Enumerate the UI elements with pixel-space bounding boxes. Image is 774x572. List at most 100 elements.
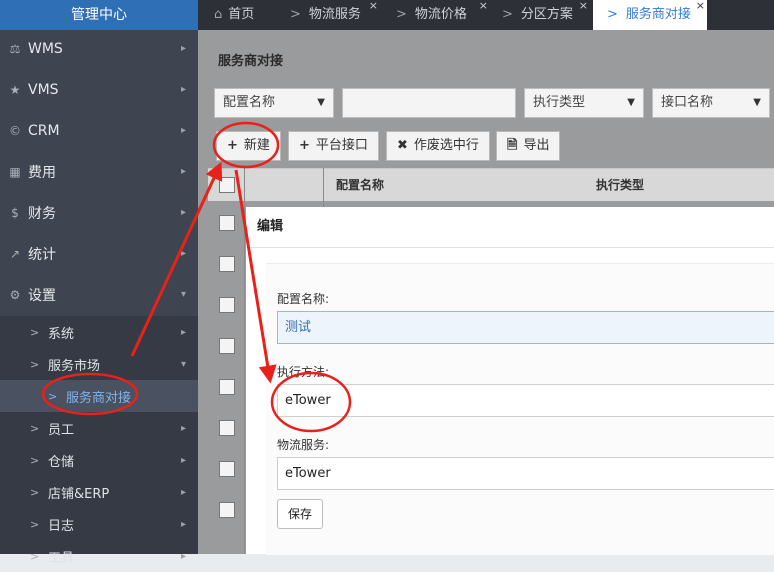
chevron-right-icon: ▸ [180,248,186,259]
modal-title: 编辑 [246,207,774,248]
chevron-right-icon: ▸ [180,550,186,562]
sub-item-store-erp[interactable]: > 店铺&ERP ▸ [0,476,198,508]
new-button[interactable]: + 新建 [216,131,281,161]
row-checkbox[interactable] [219,256,235,272]
row-checkbox[interactable] [219,338,235,354]
config-name-input[interactable] [342,88,516,118]
modal-body: 配置名称: 测试 执行方法: eTower 物流服务: eTower 保存 [266,263,774,555]
chevron-right-icon: > [607,7,618,22]
menu-item-fee[interactable]: ▦ 费用 ▸ [0,151,198,192]
caret-down-icon: ▼ [753,97,761,108]
logistics-service-field[interactable]: eTower [277,457,774,490]
x-icon: ✖ [397,138,408,153]
chevron-right-icon: ▸ [180,486,186,498]
save-button[interactable]: 保存 [277,499,323,529]
sub-item-log[interactable]: > 日志 ▸ [0,508,198,540]
sidebar: 管理中心 ⚖ WMS ▸ ★ VMS ▸ © CRM ▸ ▦ 费用 ▸ $ 财务… [0,0,198,566]
tab-zone-plan[interactable]: > 分区方案 × [502,0,588,30]
chevron-down-icon: ▾ [180,289,186,300]
sub-item-system[interactable]: > 系统 ▸ [0,316,198,348]
tab-label: 首页 [228,7,255,22]
row-checkbox[interactable] [219,215,235,231]
chevron-right-icon: > [30,485,40,499]
button-label: 导出 [523,138,550,153]
home-icon: ⌂ [214,7,223,22]
sub-label: 服务商对接 [66,390,132,406]
row-checkbox[interactable] [219,420,235,436]
sub-label: 服务市场 [48,358,101,374]
sub-label: 员工 [48,422,75,438]
config-name-field[interactable]: 测试 [277,311,774,344]
tab-provider-integration[interactable]: > 服务商对接 × [593,0,707,30]
tab-logistics-service[interactable]: > 物流服务 × [290,0,378,30]
sub-item-warehouse[interactable]: > 仓储 ▸ [0,444,198,476]
close-icon[interactable]: × [369,0,378,21]
row-checkbox[interactable] [219,461,235,477]
menu-label: 设置 [28,287,56,304]
sub-item-service-market[interactable]: > 服务市场 ▾ [0,348,198,380]
grid-icon: ▦ [9,164,21,179]
chevron-right-icon: > [30,325,40,339]
chevron-right-icon: > [30,357,40,371]
platform-interface-button[interactable]: + 平台接口 [288,131,379,161]
chevron-right-icon: > [30,421,40,435]
tab-label: 物流价格 [414,7,467,22]
menu-item-vms[interactable]: ★ VMS ▸ [0,69,198,110]
select-label: 配置名称 [223,95,276,110]
menu-label: VMS [28,81,59,98]
column-header-config-name: 配置名称 [336,178,385,192]
caret-down-icon: ▼ [317,97,325,108]
column-divider [244,168,245,554]
sub-item-tools[interactable]: > 工具 ▸ [0,540,198,572]
menu-label: 统计 [28,246,56,263]
brand-title: 管理中心 [0,0,198,30]
menu-label: CRM [28,122,60,139]
interface-name-select[interactable]: 接口名称 ▼ [652,88,770,118]
select-all-checkbox[interactable] [219,177,235,193]
page-title: 服务商对接 [218,54,284,69]
exec-method-field[interactable]: eTower [277,384,774,417]
star-icon: ★ [9,82,21,97]
chevron-right-icon: ▸ [180,43,186,54]
chevron-right-icon: ▸ [180,125,186,136]
export-button[interactable]: 🗎 导出 [496,131,561,161]
sub-label: 日志 [48,518,75,534]
chevron-right-icon: ▸ [180,207,186,218]
menu-item-wms[interactable]: ⚖ WMS ▸ [0,28,198,69]
tab-home[interactable]: ⌂ 首页 [214,0,254,30]
tab-label: 服务商对接 [625,7,691,22]
config-name-select[interactable]: 配置名称 ▼ [214,88,334,118]
menu-label: 费用 [28,164,56,181]
chevron-down-icon: ▾ [180,358,186,370]
select-label: 执行类型 [533,95,586,110]
button-label: 新建 [243,138,270,153]
menu-label: WMS [28,40,63,57]
chevron-right-icon: ▸ [180,84,186,95]
exec-type-select[interactable]: 执行类型 ▼ [524,88,644,118]
sub-label: 系统 [48,326,75,342]
tab-logistics-price[interactable]: > 物流价格 × [396,0,488,30]
close-icon[interactable]: × [479,0,488,21]
caret-down-icon: ▼ [627,97,635,108]
bank-icon: ⚖ [9,41,21,56]
menu-item-finance[interactable]: $ 财务 ▸ [0,192,198,233]
chevron-right-icon: ▸ [180,166,186,177]
tab-label: 物流服务 [308,7,361,22]
sub-item-staff[interactable]: > 员工 ▸ [0,412,198,444]
exec-method-label: 执行方法: [277,365,330,379]
menu-item-stats[interactable]: ↗ 统计 ▸ [0,233,198,274]
close-icon[interactable]: × [579,0,588,21]
sub-item-provider-integration[interactable]: > 服务商对接 [0,380,198,412]
row-checkbox[interactable] [219,502,235,518]
table-header: 配置名称 执行类型 [208,168,774,201]
menu-label: 财务 [28,205,56,222]
menu-item-settings[interactable]: ⚙ 设置 ▾ [0,274,198,315]
logistics-service-label: 物流服务: [277,438,330,452]
button-label: 作废选中行 [413,138,479,153]
row-checkbox[interactable] [219,379,235,395]
menu-item-crm[interactable]: © CRM ▸ [0,110,198,151]
void-selected-button[interactable]: ✖ 作废选中行 [386,131,490,161]
close-icon[interactable]: × [696,0,705,21]
file-export-icon: 🗎 [507,138,518,153]
row-checkbox[interactable] [219,297,235,313]
